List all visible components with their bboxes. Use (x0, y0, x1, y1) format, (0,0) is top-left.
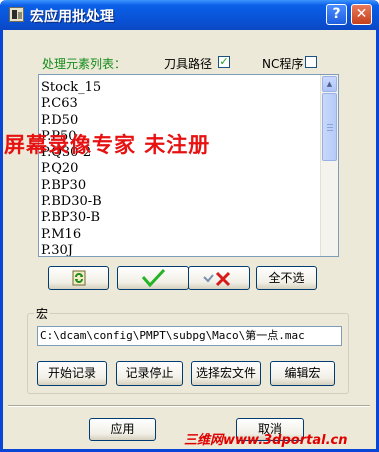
list-item[interactable]: P.M16 (41, 227, 102, 243)
list-item[interactable]: P.Q20 (41, 161, 102, 177)
checkmark-icon (141, 268, 166, 288)
elements-list: Stock_15 P.C63 P.D50 P.P50 P.Q30-2 P.Q20 P.BP3… (41, 80, 102, 256)
site-watermark: 三维网www.3dportal.cn (184, 433, 348, 448)
start-record-button[interactable]: 开始记录 (37, 361, 107, 386)
grip-line (327, 127, 333, 128)
elements-list-label: 处理元素列表： (42, 57, 127, 71)
edit-macro-button[interactable]: 编辑宏 (270, 361, 335, 386)
list-item[interactable]: P.BP30 (41, 178, 102, 194)
window-title: 宏应用批处理 (30, 9, 114, 25)
nc-program-label: NC程序 (262, 57, 304, 71)
uncheck-icon (203, 271, 231, 287)
recorder-watermark: 屏幕录像专家 未注册 (4, 132, 211, 157)
toolpath-checkbox[interactable]: ✓ (218, 56, 230, 68)
nc-program-checkbox[interactable] (305, 56, 317, 68)
refresh-icon (72, 270, 85, 286)
title-bar[interactable]: 宏应用批处理 ? ✕ (0, 0, 379, 30)
app-icon (9, 7, 24, 22)
clear-all-button[interactable]: 全不选 (256, 266, 317, 290)
deselect-button[interactable] (188, 266, 250, 290)
check-icon: ✓ (219, 55, 229, 68)
stop-record-button[interactable]: 记录停止 (116, 361, 183, 386)
separator (8, 405, 370, 407)
list-item[interactable]: P.30J (41, 243, 102, 256)
select-macro-file-button[interactable]: 选择宏文件 (191, 361, 261, 386)
scrollbar-thumb[interactable] (322, 93, 337, 161)
close-button[interactable]: ✕ (351, 4, 372, 25)
apply-button[interactable]: 应用 (89, 418, 156, 441)
macro-group-label: 宏 (34, 305, 51, 322)
list-item[interactable]: P.D50 (41, 113, 102, 129)
toolpath-label: 刀具路径 (164, 57, 213, 71)
list-scrollbar[interactable]: ▲ (320, 75, 338, 256)
list-item[interactable]: Stock_15 (41, 80, 102, 96)
refresh-button[interactable] (48, 266, 109, 290)
list-item[interactable]: P.C63 (41, 96, 102, 112)
select-all-button[interactable] (117, 266, 189, 290)
help-button[interactable]: ? (326, 4, 347, 25)
macro-path-field[interactable]: C:\dcam\config\PMPT\subpg\Maco\第一点.mac (37, 326, 342, 346)
elements-listbox[interactable]: Stock_15 P.C63 P.D50 P.P50 P.Q30-2 P.Q20 P.BP3… (38, 74, 339, 257)
list-item[interactable]: P.BD30-B (41, 194, 102, 210)
list-item[interactable]: P.BP30-B (41, 210, 102, 226)
scroll-up-arrow-icon[interactable]: ▲ (322, 76, 337, 92)
grip-line (327, 124, 333, 125)
grip-line (327, 130, 333, 131)
